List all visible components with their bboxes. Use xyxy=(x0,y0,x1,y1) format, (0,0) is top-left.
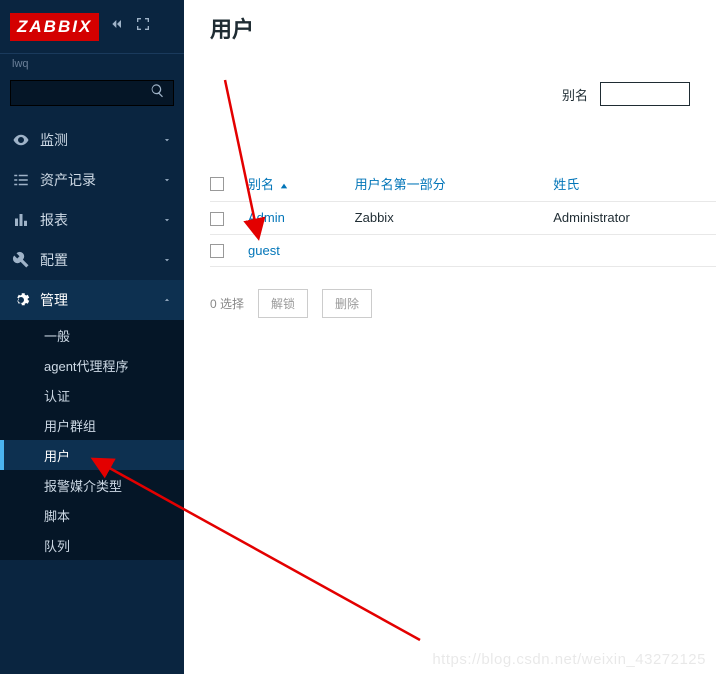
fullscreen-icon[interactable] xyxy=(135,16,151,37)
wrench-icon xyxy=(12,251,30,269)
sub-label: 脚本 xyxy=(44,506,70,525)
collapse-icon[interactable] xyxy=(109,16,125,37)
sidebar: ZABBIX lwq 监测 资产记录 报表 配置 管理 xyxy=(0,0,184,674)
users-table: 别名 用户名第一部分 姓氏 Admin Zabbix Administrator… xyxy=(210,166,716,267)
sub-item-auth[interactable]: 认证 xyxy=(0,380,184,410)
user-link-guest[interactable]: guest xyxy=(248,243,280,258)
gear-icon xyxy=(12,291,30,309)
nav-label: 报表 xyxy=(40,210,162,230)
alias-filter-input[interactable] xyxy=(600,82,690,106)
row-checkbox[interactable] xyxy=(210,212,224,226)
sort-asc-icon xyxy=(280,178,288,193)
list-icon xyxy=(12,171,30,189)
user-link-admin[interactable]: Admin xyxy=(248,210,285,225)
chevron-down-icon xyxy=(162,215,172,225)
sub-item-proxies[interactable]: agent代理程序 xyxy=(0,350,184,380)
sub-item-queue[interactable]: 队列 xyxy=(0,530,184,560)
watermark: https://blog.csdn.net/weixin_43272125 xyxy=(432,651,706,668)
chevron-up-icon xyxy=(162,295,172,305)
nav: 监测 资产记录 报表 配置 管理 一般 agent代理程序 认证 用户群组 xyxy=(0,120,184,560)
nav-item-inventory[interactable]: 资产记录 xyxy=(0,160,184,200)
col-last-name[interactable]: 姓氏 xyxy=(543,166,716,202)
nav-label: 资产记录 xyxy=(40,170,162,190)
sub-item-scripts[interactable]: 脚本 xyxy=(0,500,184,530)
search-input[interactable] xyxy=(10,80,174,106)
selection-count: 0 选择 xyxy=(210,295,244,312)
sub-label: 认证 xyxy=(44,386,70,405)
unlock-button[interactable]: 解锁 xyxy=(258,289,308,318)
col-label: 用户名第一部分 xyxy=(355,177,446,192)
nav-label: 监测 xyxy=(40,130,162,150)
sub-item-users[interactable]: 用户 xyxy=(0,440,184,470)
cell-first xyxy=(345,234,544,267)
table-header-row: 别名 用户名第一部分 姓氏 xyxy=(210,166,716,202)
page-title: 用户 xyxy=(184,0,716,62)
nav-label: 管理 xyxy=(40,290,162,310)
chevron-down-icon xyxy=(162,175,172,185)
col-label: 姓氏 xyxy=(553,177,579,192)
sidebar-header: ZABBIX xyxy=(0,0,184,54)
sub-item-media-types[interactable]: 报警媒介类型 xyxy=(0,470,184,500)
sub-label: agent代理程序 xyxy=(44,356,129,375)
sub-label: 用户 xyxy=(44,446,70,465)
eye-icon xyxy=(12,131,30,149)
main-content: 用户 别名 别名 用户名第一部分 姓氏 Admin Zabbix Adminis… xyxy=(184,0,716,674)
search-icon xyxy=(150,83,165,103)
cell-last xyxy=(543,234,716,267)
sub-item-general[interactable]: 一般 xyxy=(0,320,184,350)
filter-label: 别名 xyxy=(562,85,588,104)
nav-item-monitoring[interactable]: 监测 xyxy=(0,120,184,160)
row-checkbox[interactable] xyxy=(210,244,224,258)
col-first-name[interactable]: 用户名第一部分 xyxy=(345,166,544,202)
nav-item-reports[interactable]: 报表 xyxy=(0,200,184,240)
chart-icon xyxy=(12,211,30,229)
sub-label: 用户群组 xyxy=(44,416,96,435)
cell-last: Administrator xyxy=(543,202,716,235)
sub-label: 报警媒介类型 xyxy=(44,476,122,495)
chevron-down-icon xyxy=(162,255,172,265)
nav-label: 配置 xyxy=(40,250,162,270)
sub-item-user-groups[interactable]: 用户群组 xyxy=(0,410,184,440)
table-row: guest xyxy=(210,234,716,267)
col-label: 别名 xyxy=(248,177,274,192)
nav-item-configuration[interactable]: 配置 xyxy=(0,240,184,280)
logo: ZABBIX xyxy=(10,13,99,41)
current-user-label: lwq xyxy=(0,54,184,80)
nav-sub-administration: 一般 agent代理程序 认证 用户群组 用户 报警媒介类型 脚本 队列 xyxy=(0,320,184,560)
select-all-checkbox[interactable] xyxy=(210,177,224,191)
nav-item-administration[interactable]: 管理 xyxy=(0,280,184,320)
col-alias[interactable]: 别名 xyxy=(238,166,345,202)
filter-bar: 别名 xyxy=(184,62,716,166)
cell-first: Zabbix xyxy=(345,202,544,235)
chevron-down-icon xyxy=(162,135,172,145)
table-row: Admin Zabbix Administrator xyxy=(210,202,716,235)
bulk-action-bar: 0 选择 解锁 删除 xyxy=(184,267,716,340)
sub-label: 一般 xyxy=(44,326,70,345)
sub-label: 队列 xyxy=(44,536,70,555)
delete-button[interactable]: 删除 xyxy=(322,289,372,318)
